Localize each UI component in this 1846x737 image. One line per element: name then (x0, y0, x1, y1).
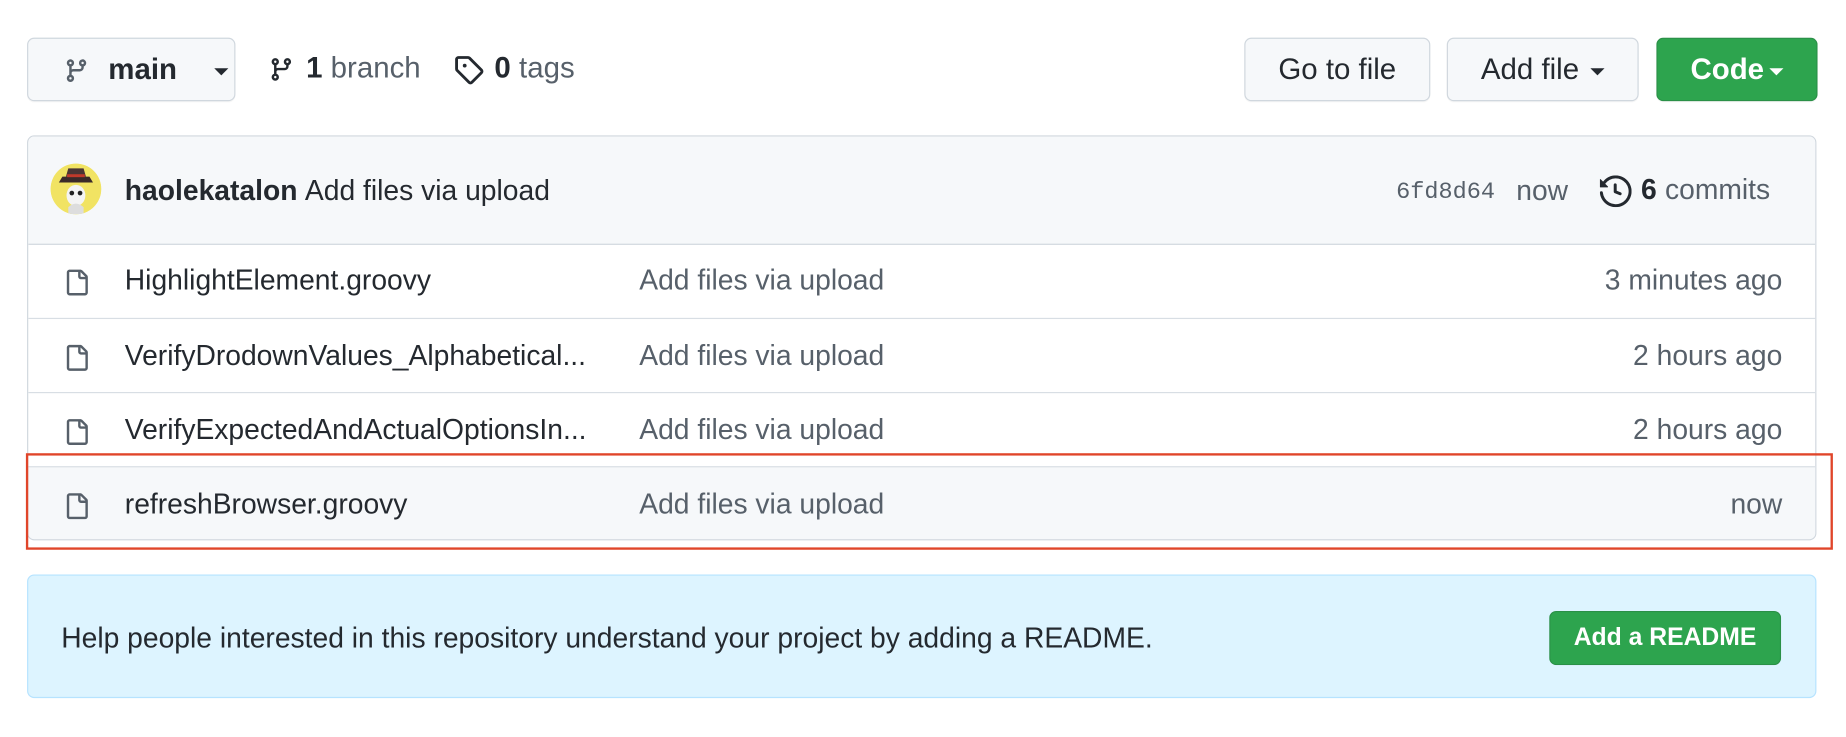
tags-label: tags (519, 51, 575, 85)
chevron-down-icon (214, 68, 229, 76)
branches-label: branch (330, 51, 421, 85)
file-commit-message[interactable]: Add files via upload (639, 340, 884, 373)
file-name-link[interactable]: VerifyDrodownValues_Alphabetical... (125, 340, 586, 373)
code-button[interactable]: Code (1656, 37, 1818, 102)
tags-count: 0 (494, 51, 511, 85)
branch-name: main (108, 52, 178, 86)
table-row[interactable]: HighlightElement.groovy Add files via up… (28, 244, 1815, 318)
file-commit-time: 2 hours ago (1633, 339, 1783, 372)
tags-link[interactable]: 0 tags (453, 51, 575, 86)
file-commit-time: 3 minutes ago (1604, 264, 1783, 297)
add-readme-label: Add a README (1573, 623, 1757, 651)
commits-label: commits (1664, 174, 1771, 207)
code-label: Code (1690, 52, 1765, 86)
readme-banner: Help people interested in this repositor… (27, 574, 1817, 699)
branch-select-button[interactable]: main (27, 37, 236, 102)
commit-sha[interactable]: 6fd8d64 (1396, 179, 1495, 206)
file-icon (64, 267, 90, 306)
git-branch-icon (268, 54, 294, 85)
file-name-link[interactable]: VerifyExpectedAndActualOptionsIn... (125, 414, 587, 447)
add-readme-button[interactable]: Add a README (1548, 610, 1782, 666)
file-icon (64, 417, 90, 456)
file-commit-time: 2 hours ago (1633, 413, 1783, 446)
commit-message[interactable]: Add files via upload (305, 175, 550, 208)
readme-banner-text: Help people interested in this repositor… (61, 622, 1153, 655)
go-to-file-button[interactable]: Go to file (1244, 37, 1431, 102)
file-icon (64, 343, 90, 382)
commit-time: now (1516, 175, 1569, 208)
file-commit-message[interactable]: Add files via upload (639, 414, 884, 447)
commits-link[interactable]: 6 commits (1599, 174, 1771, 207)
repo-file-browser: main 1 branch 0 tags Go to file Add file… (0, 0, 1846, 737)
add-file-label: Add file (1480, 52, 1580, 86)
table-row[interactable]: VerifyDrodownValues_Alphabetical... Add … (28, 317, 1816, 393)
file-commit-message[interactable]: Add files via upload (639, 264, 884, 297)
branches-link[interactable]: 1 branch (268, 51, 421, 86)
tag-icon (453, 54, 484, 85)
commit-author[interactable]: haolekatalon (125, 175, 298, 208)
file-name-link[interactable]: HighlightElement.groovy (125, 264, 431, 297)
chevron-down-icon (1769, 68, 1784, 76)
add-file-button[interactable]: Add file (1446, 37, 1639, 102)
git-branch-icon (64, 55, 90, 94)
go-to-file-label: Go to file (1278, 52, 1397, 86)
branches-count: 1 (306, 51, 323, 85)
highlight-box (25, 453, 1833, 550)
avatar[interactable] (50, 163, 102, 215)
latest-commit-bar: haolekatalon Add files via upload 6fd8d6… (28, 136, 1816, 245)
history-icon (1599, 174, 1632, 207)
chevron-down-icon (1590, 68, 1605, 76)
commits-count: 6 (1641, 174, 1657, 207)
